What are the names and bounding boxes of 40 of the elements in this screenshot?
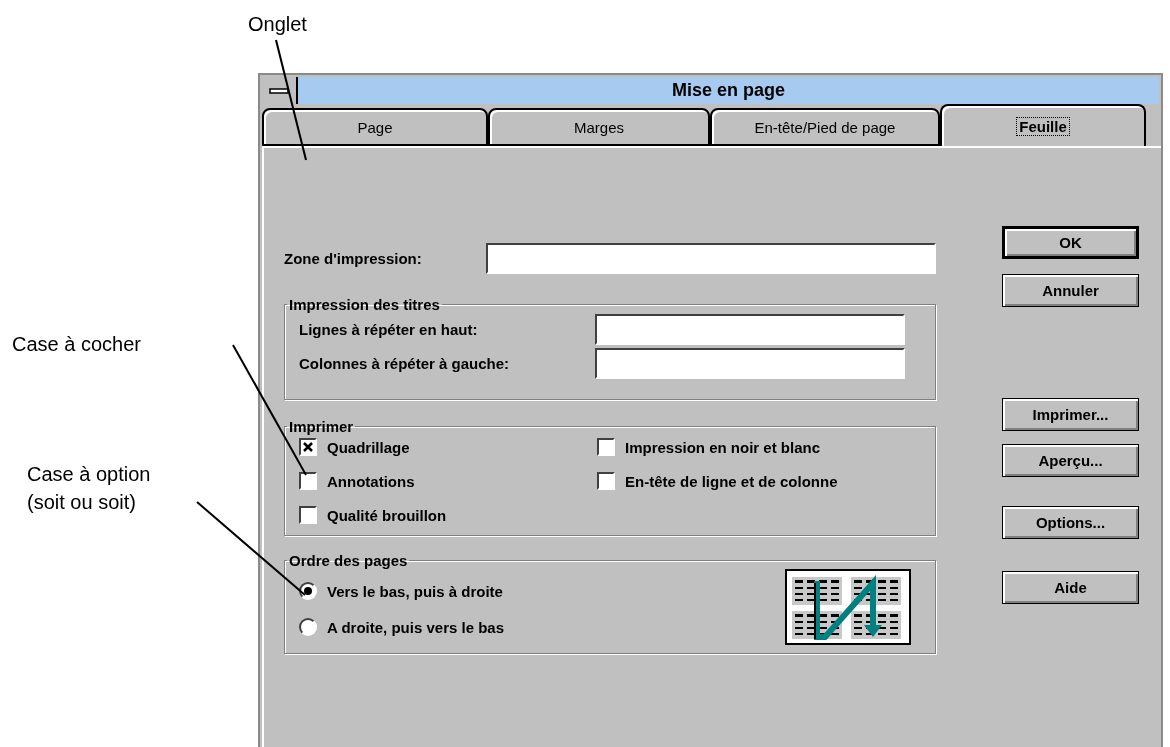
tab[interactable]: Page — [262, 108, 488, 146]
checkbox-label: Impression en noir et blanc — [625, 438, 821, 456]
callout-label: Case à option (soit ou soit) — [27, 462, 151, 515]
group-title: Imprimer — [288, 418, 355, 435]
dialog-button[interactable]: Options... — [1002, 506, 1139, 539]
group-title: Impression des titres — [288, 296, 441, 313]
checkbox[interactable] — [597, 438, 615, 456]
group-title: Ordre des pages — [288, 552, 409, 569]
checkbox[interactable] — [299, 472, 317, 490]
system-menu-button[interactable] — [262, 77, 298, 104]
checkbox[interactable] — [597, 472, 615, 490]
field-label: Colonnes à répéter à gauche: — [299, 354, 511, 372]
tab[interactable]: Feuille — [940, 104, 1146, 146]
radio-button[interactable] — [299, 618, 317, 636]
checkbox-label: En-tête de ligne et de colonne — [625, 472, 838, 490]
dialog-button[interactable]: Aperçu... — [1002, 444, 1139, 477]
minus-icon — [269, 87, 289, 94]
checkbox-label: Annotations — [327, 472, 415, 490]
dialog-button[interactable]: Imprimer... — [1002, 398, 1139, 431]
input-field[interactable] — [595, 313, 905, 345]
input-field[interactable] — [486, 242, 936, 274]
field-label: Zone d'impression: — [284, 249, 423, 267]
checkbox-label: Quadrillage — [327, 438, 410, 456]
checkbox-label: Qualité brouillon — [327, 506, 447, 524]
input-field[interactable] — [595, 347, 905, 379]
checkbox[interactable] — [299, 438, 317, 456]
radio-label: A droite, puis vers le bas — [327, 618, 504, 636]
checkbox[interactable] — [299, 506, 317, 524]
dialog-button[interactable]: Annuler — [1002, 274, 1139, 307]
callout-label: Case à cocher — [12, 332, 141, 357]
tab[interactable]: Marges — [488, 108, 710, 146]
dialog-button[interactable]: OK — [1002, 226, 1139, 259]
dialog-button[interactable]: Aide — [1002, 571, 1139, 604]
window-title: Mise en page — [670, 79, 786, 102]
radio-label: Vers le bas, puis à droite — [327, 582, 503, 600]
tab[interactable]: En-tête/Pied de page — [710, 108, 940, 146]
radio-button[interactable] — [299, 582, 317, 600]
x-mark-icon — [303, 442, 313, 452]
callout-label: Onglet — [248, 12, 307, 37]
field-label: Lignes à répéter en haut: — [299, 320, 479, 338]
